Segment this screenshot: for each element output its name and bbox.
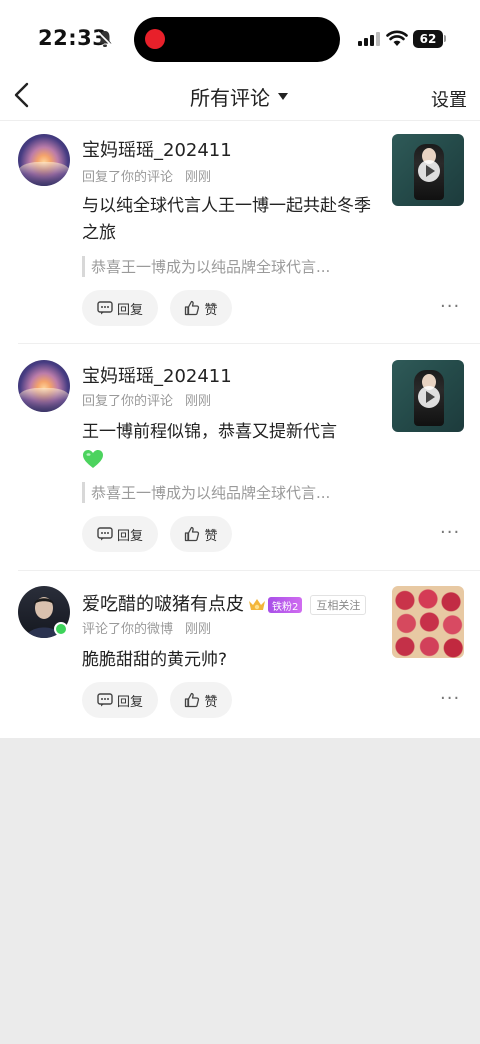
fan-level-badge: 铁粉2: [268, 597, 303, 613]
thumbs-up-icon: [185, 692, 200, 708]
recording-indicator-icon: [145, 29, 165, 49]
more-options-button[interactable]: ···: [440, 522, 460, 543]
more-options-button[interactable]: ···: [440, 688, 460, 709]
comment-card[interactable]: 宝妈瑶瑶_202411 回复了你的评论 刚刚 与以纯全球代言人王一博一起共赴冬季之…: [0, 122, 480, 344]
reply-button[interactable]: 回复: [82, 516, 158, 552]
card-divider: [18, 343, 480, 344]
comment-filter-dropdown[interactable]: 所有评论: [190, 82, 288, 110]
caret-down-icon: [278, 92, 288, 100]
like-label: 赞: [204, 528, 218, 544]
username-row: 爱吃醋的啵猪有点皮 铁粉2 互相关注: [82, 590, 367, 616]
play-icon: [418, 160, 440, 182]
quoted-comment[interactable]: 恭喜王一博成为以纯品牌全球代言...: [82, 482, 372, 503]
like-button[interactable]: 赞: [170, 682, 232, 718]
comment-meta: 评论了你的微博 刚刚: [82, 618, 211, 637]
reply-label: 回复: [116, 302, 143, 318]
reply-button[interactable]: 回复: [82, 290, 158, 326]
status-bar: 22:33 62: [0, 0, 480, 80]
reply-button[interactable]: 回复: [82, 682, 158, 718]
nav-bar: 所有评论 设置: [0, 72, 480, 122]
comment-card[interactable]: 爱吃醋的啵猪有点皮 铁粉2 互相关注 评论了你的微博 刚刚 脆脆甜甜的黄元帅? 回复…: [0, 574, 480, 734]
crown-badge-icon: [249, 599, 265, 610]
reply-icon: [97, 693, 113, 707]
more-options-button[interactable]: ···: [440, 296, 460, 317]
comment-text: 王一博前程似锦，恭喜又提新代言: [82, 419, 382, 473]
reply-label: 回复: [116, 528, 143, 544]
like-button[interactable]: 赞: [170, 290, 232, 326]
comment-time: 刚刚: [185, 394, 212, 409]
comment-text: 与以纯全球代言人王一博一起共赴冬季之旅: [82, 196, 371, 243]
username[interactable]: 爱吃醋的啵猪有点皮: [82, 594, 244, 615]
play-icon: [418, 386, 440, 408]
nav-divider: [0, 120, 480, 121]
video-thumbnail[interactable]: [392, 134, 464, 206]
comment-meta: 回复了你的评论 刚刚: [82, 390, 211, 409]
thumbs-up-icon: [185, 526, 200, 542]
reply-icon: [97, 301, 113, 315]
quoted-comment[interactable]: 恭喜王一博成为以纯品牌全球代言...: [82, 256, 372, 277]
card-divider: [18, 570, 480, 571]
thumbs-up-icon: [185, 300, 200, 316]
silent-bell-icon: [97, 31, 113, 47]
apples-image-thumbnail[interactable]: [392, 586, 464, 658]
comment-card[interactable]: 宝妈瑶瑶_202411 回复了你的评论 刚刚 王一博前程似锦，恭喜又提新代言 恭喜…: [0, 348, 480, 570]
green-heart-icon: [83, 450, 103, 468]
avatar[interactable]: [18, 360, 70, 412]
comment-action: 评论了你的微博: [82, 622, 174, 637]
video-thumbnail[interactable]: [392, 360, 464, 432]
online-status-icon: [54, 622, 68, 636]
comment-action: 回复了你的评论: [82, 394, 174, 409]
avatar[interactable]: [18, 134, 70, 186]
wifi-icon: [386, 30, 408, 46]
username[interactable]: 宝妈瑶瑶_202411: [82, 136, 232, 162]
comment-text: 脆脆甜甜的黄元帅?: [82, 650, 228, 670]
reply-label: 回复: [116, 694, 143, 710]
comment-meta: 回复了你的评论 刚刚: [82, 166, 211, 185]
reply-icon: [97, 527, 113, 541]
comment-time: 刚刚: [185, 622, 212, 637]
like-label: 赞: [204, 302, 218, 318]
username[interactable]: 宝妈瑶瑶_202411: [82, 362, 232, 388]
like-label: 赞: [204, 694, 218, 710]
cellular-signal-icon: [358, 32, 380, 46]
comment-action: 回复了你的评论: [82, 170, 174, 185]
battery-indicator: 62: [413, 30, 443, 48]
back-arrow-icon[interactable]: [10, 80, 34, 110]
battery-cap: [444, 35, 446, 42]
comment-text-content: 王一博前程似锦，恭喜又提新代言: [82, 422, 337, 442]
like-button[interactable]: 赞: [170, 516, 232, 552]
settings-button[interactable]: 设置: [431, 86, 467, 112]
mutual-follow-tag: 互相关注: [310, 595, 367, 615]
comment-time: 刚刚: [185, 170, 212, 185]
page-title: 所有评论: [190, 85, 270, 110]
